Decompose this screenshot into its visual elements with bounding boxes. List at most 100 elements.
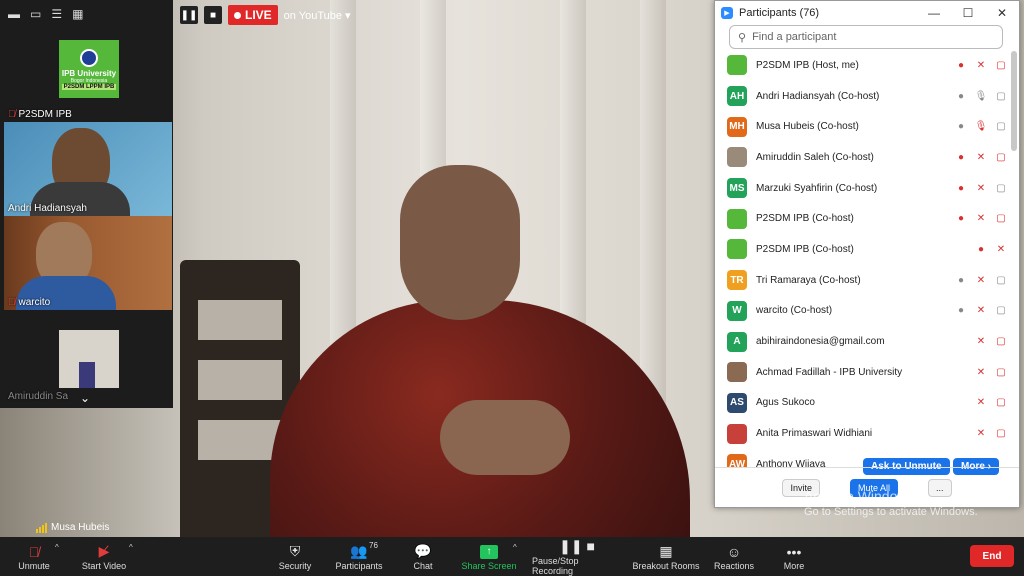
video-status-icon: ✕ [996,243,1006,255]
live-target[interactable]: on YouTube ▾ [284,9,351,22]
participant-status-icons: ● ✕ ▢ [953,275,1009,286]
chair-slot [198,420,282,460]
participant-row[interactable]: MS Marzuki Syahfirin (Co-host) ● ✕ ▢ [715,173,1009,204]
live-target-label: on YouTube [283,9,342,22]
stop-stream-button[interactable]: ■ [204,6,222,24]
video-tile[interactable]: 🎙̸ warcito [4,216,172,310]
ipb-emblem-icon [80,48,98,67]
participant-name: Andri Hadiansyah (Co-host) [756,90,880,102]
participant-name: P2SDM IPB (Co-host) [756,213,854,225]
participant-list-scrollbar[interactable] [1011,51,1017,151]
participant-name: abihiraindonesia@gmail.com [756,336,885,348]
watermark-title: Activate Windows [804,488,915,504]
participant-row[interactable]: P2SDM IPB (Co-host) ● ✕ [715,234,1009,265]
reactions-button[interactable]: ☺ Reactions [713,537,755,576]
video-options-caret-icon[interactable]: ^ [129,543,133,552]
participant-avatar [727,147,747,168]
recording-icon: ● [957,182,965,194]
video-status-icon: ▢ [996,90,1006,102]
video-status-icon: ▢ [996,121,1006,133]
pause-stop-recording-button[interactable]: ❚❚ ■ Pause/Stop Recording [532,537,622,576]
participants-icon: 👥 [350,543,368,559]
video-tile[interactable]: IPB University Bogor Indonesia P2SDM LPP… [4,28,172,122]
participant-search-input[interactable]: ⚲ Find a participant [729,25,1003,49]
security-button[interactable]: ⛨ Security [275,537,315,576]
breakout-rooms-button[interactable]: ▦ Breakout Rooms [632,537,700,576]
speaker-hands [440,400,570,475]
gallery-strip: ▬ ▭ ☰ ▦ IPB University Bogor Indonesia P… [0,0,173,408]
participant-avatar: AH [727,86,747,107]
participant-status-icons: ● 🎙 ▢ [953,121,1009,132]
participant-status-icons: ● ✕ ▢ [953,152,1009,163]
participant-row[interactable]: AH Andri Hadiansyah (Co-host) ● 🎙 ▢ [715,81,1009,112]
participant-row[interactable]: P2SDM IPB (Host, me) ● ✕ ▢ [715,50,1009,81]
muted-mic-icon: 🎙̸ [8,297,16,308]
recording-icon: ● [957,305,965,317]
strip-view-icon[interactable]: ▭ [30,7,41,21]
unmute-button[interactable]: 🎙̸ Unmute [14,537,54,576]
video-status-icon: ▢ [996,213,1006,225]
audio-options-caret-icon[interactable]: ^ [55,543,59,552]
muted-mic-icon: 🎙̸ [28,543,40,560]
minimize-gallery-icon[interactable]: ▬ [8,7,20,21]
zoom-app-icon: ▶ [721,7,733,19]
participant-status-icons: ✕ ▢ [973,367,1009,378]
participant-name: Achmad Fadillah - IPB University [756,366,903,378]
participant-row[interactable]: MH Musa Hubeis (Co-host) ● 🎙 ▢ [715,111,1009,142]
participant-row[interactable]: AS Agus Sukoco ✕ ▢ [715,388,1009,419]
participant-row[interactable]: TR Tri Ramaraya (Co-host) ● ✕ ▢ [715,265,1009,296]
maximize-icon[interactable]: ☐ [951,1,985,25]
pause-stream-button[interactable]: ❚❚ [180,6,198,24]
recording-icon: ● [957,213,965,225]
mic-status-icon: ✕ [976,336,986,348]
more-dots-icon: ••• [786,543,802,560]
stack-view-icon[interactable]: ☰ [51,7,62,21]
chat-button[interactable]: 💬 Chat [406,537,440,576]
participant-row[interactable]: P2SDM IPB (Co-host) ● ✕ ▢ [715,203,1009,234]
participant-avatar: A [727,331,747,352]
participant-row[interactable]: Aabihiraindonesia@gmail.com ✕ ▢ [715,326,1009,357]
share-options-caret-icon[interactable]: ^ [513,543,517,552]
participant-avatar: AS [727,392,747,413]
video-status-icon: ▢ [996,151,1006,163]
participant-status-icons: ✕ ▢ [973,336,1009,347]
participant-row[interactable]: Achmad Fadillah - IPB University ✕ ▢ [715,357,1009,388]
participant-row[interactable]: Wwarcito (Co-host) ● ✕ ▢ [715,296,1009,327]
share-screen-button[interactable]: ↑ Share Screen [460,537,518,576]
mic-status-icon: ● [977,243,985,255]
participant-status-icons: ✕ ▢ [973,397,1009,408]
recording-controls-icon: ❚❚ ■ [559,538,595,554]
participant-name: Tri Ramaraya (Co-host) [756,274,861,286]
recording-icon: ● [957,90,965,102]
video-tile[interactable]: Andri Hadiansyah [4,122,172,216]
recording-icon: ● [957,59,965,71]
start-video-button[interactable]: ▶̸ Start Video [78,537,130,576]
mic-status-icon: ✕ [976,182,986,194]
end-meeting-button[interactable]: End [970,545,1014,567]
video-status-icon: ▢ [996,397,1006,409]
participant-row[interactable]: Anita Primaswari Widhiani ✕ ▢ [715,418,1009,449]
live-badge[interactable]: LIVE [228,5,278,25]
video-status-icon: ▢ [996,366,1006,378]
participant-status-icons: ● ✕ ▢ [953,60,1009,71]
minimize-icon[interactable]: — [917,1,951,25]
video-status-icon: ▢ [996,274,1006,286]
tile-name: 🎙̸ P2SDM IPB [8,109,72,120]
participant-status-icons: ● ✕ [973,244,1009,255]
chevron-down-icon[interactable]: ⌄ [80,391,90,405]
mic-status-icon: ✕ [976,274,986,286]
share-screen-icon: ↑ [480,543,498,561]
video-tile[interactable]: Amiruddin Sa [4,310,172,404]
close-icon[interactable]: ✕ [985,1,1019,25]
more-toolbar-button[interactable]: ••• More [780,537,808,576]
recording-icon: ● [957,151,965,163]
speaker-head [400,165,520,320]
participant-avatar: TR [727,270,747,291]
participant-avatar [727,239,747,260]
live-label: LIVE [245,8,272,22]
participant-thumbnail [59,330,119,388]
shield-icon: ⛨ [289,543,301,559]
gallery-view-icon[interactable]: ▦ [72,7,83,21]
participant-row[interactable]: Amiruddin Saleh (Co-host) ● ✕ ▢ [715,142,1009,173]
participant-name: Musa Hubeis (Co-host) [756,121,859,133]
